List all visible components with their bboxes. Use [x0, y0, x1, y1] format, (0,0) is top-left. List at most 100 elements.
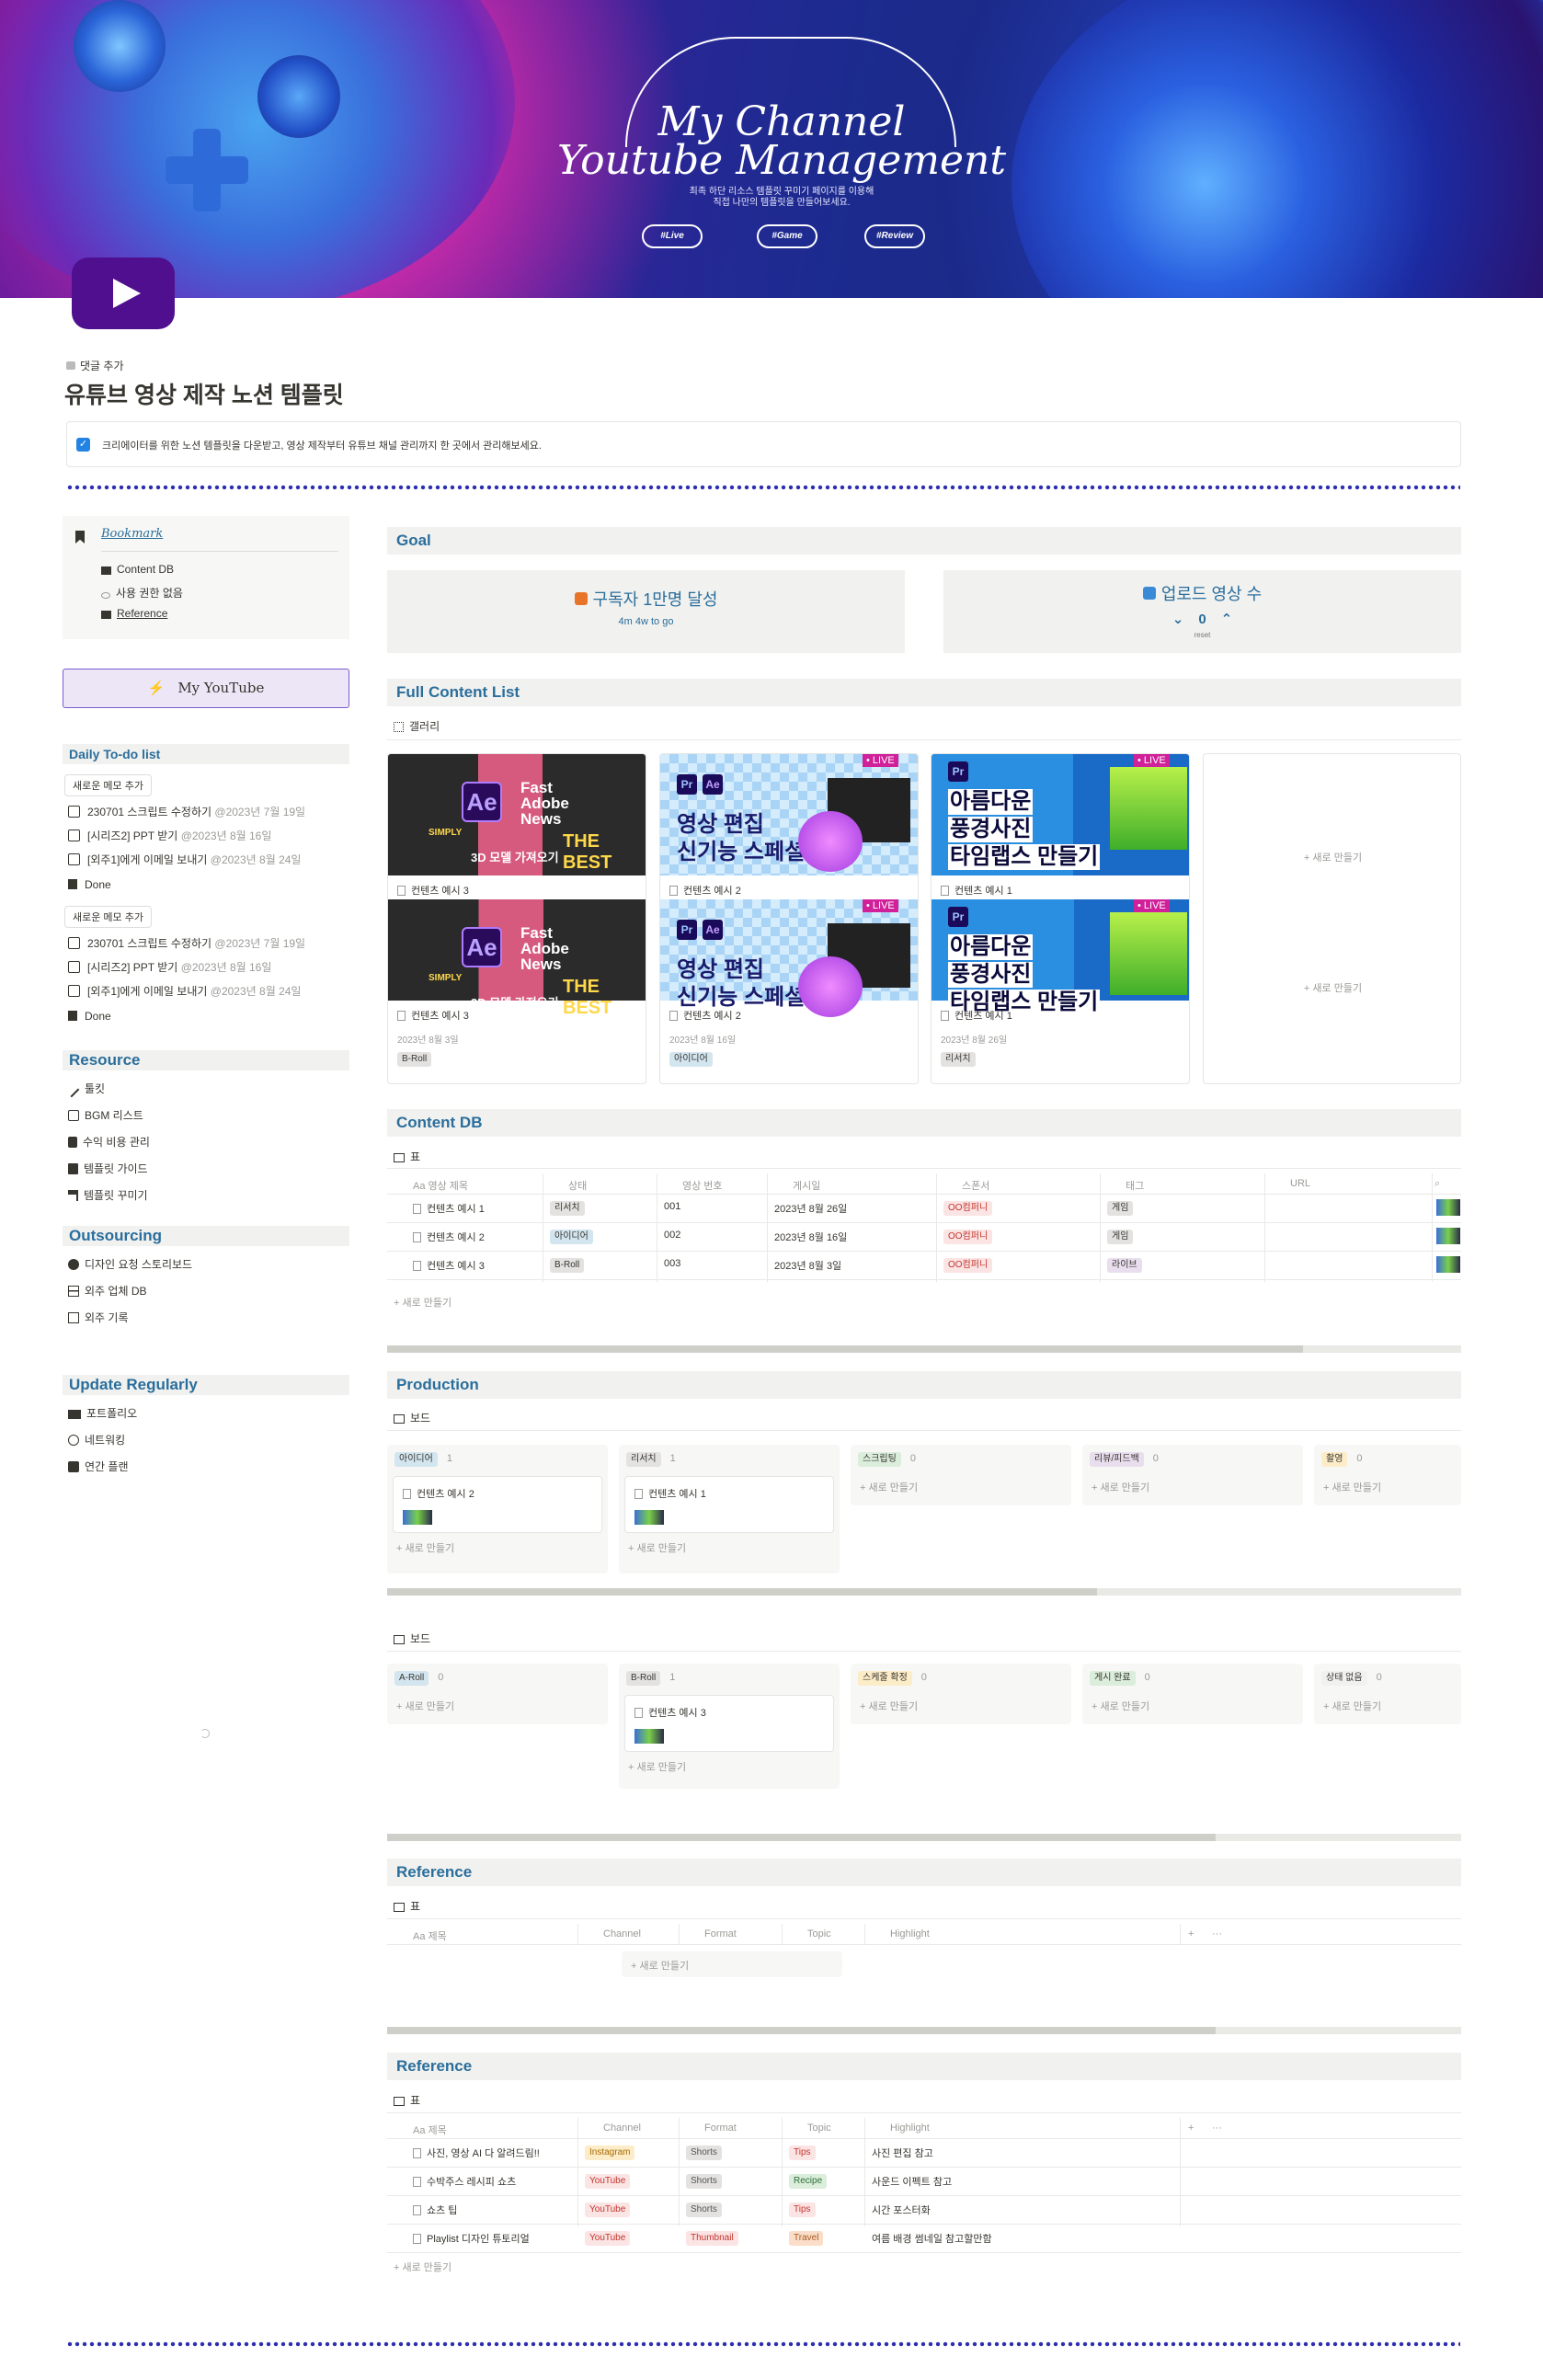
add-column-icon[interactable]: + — [1188, 2123, 1194, 2134]
new-row-button[interactable]: + 새로 만들기 — [394, 1295, 451, 1310]
format-cell[interactable]: Shorts — [686, 2174, 722, 2189]
checkbox-icon[interactable] — [68, 937, 80, 949]
status-cell[interactable]: 리서치 — [550, 1201, 585, 1216]
board-card[interactable]: 컨텐츠 예시 1 — [624, 1476, 834, 1533]
sponsor-cell[interactable]: OO컴퍼니 — [943, 1230, 993, 1244]
update-item[interactable]: 연간 플랜 — [68, 1459, 129, 1474]
column-header[interactable]: Aa 영상 제목 — [413, 1178, 468, 1193]
bookmark-title[interactable]: Bookmark — [101, 527, 163, 541]
gallery-card[interactable]: Pr 아름다운 풍경사진 타임랩스 만들기 • LIVE 컨텐츠 예시 1 Pr 아름다운 풍경… — [931, 753, 1190, 1084]
column-header[interactable]: 태그 — [1126, 1178, 1144, 1193]
update-item[interactable]: 포트폴리오 — [68, 1406, 137, 1421]
new-card-button[interactable]: + 새로 만들기 — [1323, 1699, 1381, 1713]
decrement-icon[interactable]: ⌄ — [1172, 612, 1184, 627]
checkbox-icon[interactable] — [68, 853, 80, 865]
update-item[interactable]: 네트워킹 — [68, 1433, 125, 1447]
channel-cell[interactable]: Instagram — [585, 2145, 635, 2160]
goal-card-subscribers[interactable]: 구독자 1만명 달성 4m 4w to go — [387, 570, 905, 653]
add-comment-button[interactable]: 댓글 추가 — [66, 359, 124, 373]
channel-cell[interactable]: YouTube — [585, 2231, 631, 2246]
bookmark-reference[interactable]: Reference — [101, 606, 167, 621]
topic-cell[interactable]: Travel — [789, 2231, 824, 2246]
add-column-icon[interactable]: + — [1188, 1928, 1194, 1939]
reset-button[interactable]: reset — [943, 631, 1461, 639]
todo-item[interactable]: [시리즈2] PPT 받기 @2023년 8월 16일 — [68, 829, 271, 843]
new-memo-button-2[interactable]: 새로운 메모 추가 — [64, 906, 152, 928]
todo-item[interactable]: 230701 스크립트 수정하기 @2023년 7월 19일 — [68, 936, 305, 951]
new-row-box[interactable]: + 새로 만들기 — [622, 1951, 842, 1977]
tag-cell[interactable]: 게임 — [1107, 1201, 1134, 1216]
checkbox-icon[interactable] — [68, 961, 80, 973]
column-header[interactable]: 스케줄 확정 0 — [858, 1671, 927, 1686]
topic-cell[interactable]: Tips — [789, 2145, 816, 2160]
new-row-button[interactable]: + 새로 만들기 — [394, 2260, 451, 2274]
tag-cell[interactable]: 게임 — [1107, 1230, 1134, 1244]
channel-cell[interactable]: YouTube — [585, 2174, 631, 2189]
resource-item[interactable]: 템플릿 가이드 — [68, 1161, 148, 1176]
column-header[interactable]: 상태 없음 0 — [1321, 1671, 1382, 1686]
column-header[interactable]: Highlight — [890, 1928, 930, 1939]
goal-card-uploads[interactable]: 업로드 영상 수 ⌄ 0 ⌃ reset — [943, 570, 1461, 653]
horizontal-scrollbar[interactable] — [387, 1834, 1461, 1841]
todo-item[interactable]: [외주1]에게 이메일 보내기 @2023년 8월 24일 — [68, 852, 301, 867]
format-cell[interactable]: Thumbnail — [686, 2231, 738, 2246]
column-header[interactable]: 스폰서 — [962, 1178, 989, 1193]
channel-cell[interactable]: YouTube — [585, 2203, 631, 2217]
board-card[interactable]: 컨텐츠 예시 2 — [393, 1476, 602, 1533]
more-icon[interactable]: ··· — [1212, 2123, 1222, 2134]
resource-item[interactable]: 수익 비용 관리 — [68, 1135, 150, 1150]
resource-item[interactable]: 툴킷 — [67, 1081, 105, 1098]
status-cell[interactable]: 아이디어 — [550, 1230, 593, 1244]
table-view-tab[interactable]: 표 — [394, 2093, 420, 2108]
new-card-button[interactable]: + 새로 만들기 — [396, 1699, 454, 1713]
my-youtube-button[interactable]: ⚡ My YouTube — [63, 669, 349, 708]
topic-cell[interactable]: Recipe — [789, 2174, 828, 2189]
new-card-button[interactable]: + 새로 만들기 — [396, 1540, 454, 1555]
column-header[interactable]: Topic — [807, 1928, 831, 1939]
gallery-view-tab[interactable]: 갤러리 — [394, 719, 440, 734]
bookmark-no-access[interactable]: 사용 권한 없음 — [101, 586, 183, 601]
horizontal-scrollbar[interactable] — [387, 2027, 1461, 2034]
table-row-title[interactable]: 컨텐츠 예시 3 — [413, 1258, 485, 1273]
table-view-tab[interactable]: 표 — [394, 1899, 420, 1914]
checkbox-icon[interactable] — [68, 830, 80, 841]
format-cell[interactable]: Shorts — [686, 2203, 722, 2217]
gallery-card[interactable]: Ae Fast Adobe News SIMPLY THE BEST 3D 모델 가져오기 컨… — [387, 753, 646, 1084]
table-row-title[interactable]: 사진, 영상 AI 다 알려드림!! — [413, 2145, 540, 2160]
column-header[interactable]: 아이디어 1 — [394, 1452, 452, 1467]
new-card-label[interactable]: + 새로 만들기 — [1204, 980, 1460, 995]
new-card-button[interactable]: + 새로 만들기 — [1323, 1480, 1381, 1494]
todo-item[interactable]: 230701 스크립트 수정하기 @2023년 7월 19일 — [68, 805, 305, 819]
done-toggle[interactable]: Done — [68, 1009, 111, 1024]
todo-item[interactable]: [시리즈2] PPT 받기 @2023년 8월 16일 — [68, 960, 271, 975]
new-row-button[interactable]: + 새로 만들기 — [631, 1958, 689, 1973]
resource-item[interactable]: BGM 리스트 — [68, 1108, 143, 1123]
increment-icon[interactable]: ⌃ — [1221, 612, 1233, 627]
sponsor-cell[interactable]: OO컴퍼니 — [943, 1201, 993, 1216]
gallery-card[interactable]: Pr Ae 영상 편집 신기능 스페셜 • LIVE 컨텐츠 예시 2 Pr Ae 영상 편집 신… — [659, 753, 919, 1084]
new-card-button[interactable]: + 새로 만들기 — [860, 1480, 918, 1494]
column-header[interactable]: Channel — [603, 1928, 641, 1939]
column-header[interactable]: 상태 — [568, 1178, 587, 1193]
new-card-button[interactable]: + 새로 만들기 — [628, 1759, 686, 1774]
checkbox-icon[interactable] — [68, 985, 80, 997]
column-header[interactable]: Format — [704, 2123, 737, 2134]
outsourcing-item[interactable]: 디자인 요청 스토리보드 — [68, 1257, 192, 1272]
column-header[interactable]: B-Roll 1 — [626, 1671, 675, 1686]
column-header[interactable]: Aa 제목 — [413, 2123, 447, 2137]
column-header[interactable]: Highlight — [890, 2123, 930, 2134]
new-card[interactable]: + 새로 만들기 + 새로 만들기 — [1203, 753, 1461, 1084]
outsourcing-item[interactable]: 외주 업체 DB — [68, 1284, 147, 1299]
todo-item[interactable]: [외주1]에게 이메일 보내기 @2023년 8월 24일 — [68, 984, 301, 999]
board-view-tab-2[interactable]: 보드 — [394, 1631, 430, 1646]
column-header[interactable]: 영상 번호 — [682, 1178, 723, 1193]
tag-cell[interactable]: 라이브 — [1107, 1258, 1142, 1273]
column-header[interactable]: 게시 완료 0 — [1090, 1671, 1150, 1686]
status-cell[interactable]: B-Roll — [550, 1258, 585, 1273]
column-header[interactable]: A-Roll 0 — [394, 1671, 443, 1686]
sponsor-cell[interactable]: OO컴퍼니 — [943, 1258, 993, 1273]
column-header[interactable]: URL — [1290, 1178, 1310, 1189]
table-view-tab[interactable]: 표 — [394, 1150, 420, 1164]
table-row-title[interactable]: 컨텐츠 예시 1 — [413, 1201, 485, 1216]
column-header[interactable]: Format — [704, 1928, 737, 1939]
